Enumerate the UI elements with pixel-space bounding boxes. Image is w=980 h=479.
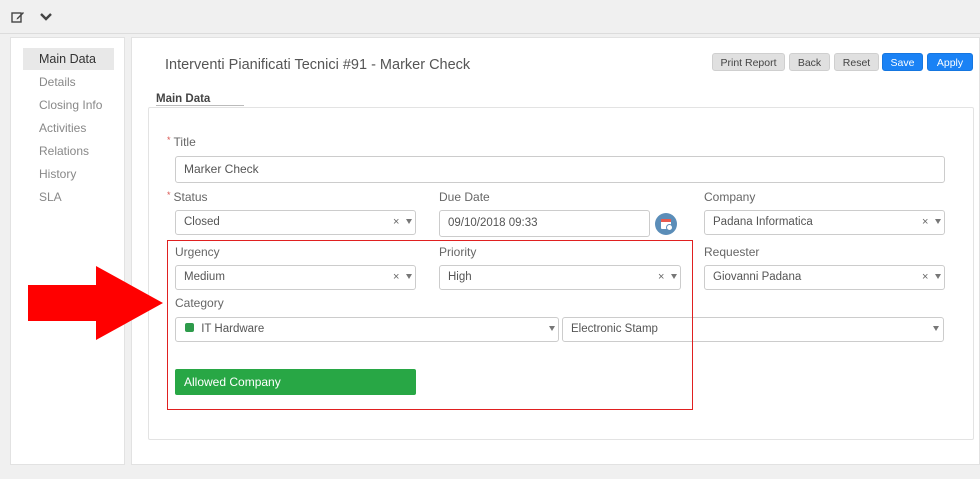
clear-icon[interactable]: × bbox=[922, 266, 928, 289]
page-title: Interventi Pianificati Tecnici #91 - Mar… bbox=[165, 57, 471, 73]
chevron-down-icon bbox=[935, 274, 941, 279]
chevron-down-icon bbox=[933, 326, 939, 331]
sidebar-item-closing-info[interactable]: Closing Info bbox=[23, 94, 114, 116]
save-button[interactable]: Save bbox=[882, 53, 923, 71]
sidebar-item-history[interactable]: History bbox=[23, 163, 114, 185]
status-label: * Status bbox=[167, 190, 208, 204]
apply-button[interactable]: Apply bbox=[927, 53, 973, 71]
status-value: Closed bbox=[184, 216, 220, 228]
status-select[interactable]: Closed × bbox=[175, 210, 416, 235]
sidebar-item-sla[interactable]: SLA bbox=[23, 186, 114, 208]
due-date-input[interactable]: 09/10/2018 09:33 bbox=[439, 210, 650, 237]
top-toolbar bbox=[0, 0, 980, 34]
title-input[interactable]: Marker Check bbox=[175, 156, 945, 183]
requester-label: Requester bbox=[704, 245, 760, 259]
reset-button[interactable]: Reset bbox=[834, 53, 879, 71]
chevron-down-icon[interactable] bbox=[38, 9, 54, 25]
section-label: Main Data bbox=[156, 93, 211, 105]
sidebar-item-activities[interactable]: Activities bbox=[23, 117, 114, 139]
chevron-down-icon bbox=[935, 219, 941, 224]
print-report-button[interactable]: Print Report bbox=[712, 53, 785, 71]
edit-icon[interactable] bbox=[10, 9, 26, 25]
highlight-box bbox=[167, 240, 693, 410]
due-date-label: Due Date bbox=[439, 190, 490, 204]
sidebar-item-details[interactable]: Details bbox=[23, 71, 114, 93]
clear-icon[interactable]: × bbox=[922, 211, 928, 234]
section-divider bbox=[156, 105, 244, 106]
sidebar-item-main-data[interactable]: Main Data bbox=[23, 48, 114, 70]
title-label: * Title bbox=[167, 135, 196, 149]
requester-select[interactable]: Giovanni Padana × bbox=[704, 265, 945, 290]
chevron-down-icon bbox=[406, 219, 412, 224]
sidebar-item-relations[interactable]: Relations bbox=[23, 140, 114, 162]
company-select[interactable]: Padana Informatica × bbox=[704, 210, 945, 235]
sidebar: Main Data Details Closing Info Activitie… bbox=[10, 37, 125, 465]
requester-value: Giovanni Padana bbox=[713, 271, 802, 283]
company-label: Company bbox=[704, 190, 756, 204]
calendar-icon[interactable] bbox=[655, 213, 677, 235]
clear-icon[interactable]: × bbox=[393, 211, 399, 234]
back-button[interactable]: Back bbox=[789, 53, 830, 71]
company-value: Padana Informatica bbox=[713, 216, 813, 228]
red-arrow-annotation bbox=[28, 266, 163, 343]
